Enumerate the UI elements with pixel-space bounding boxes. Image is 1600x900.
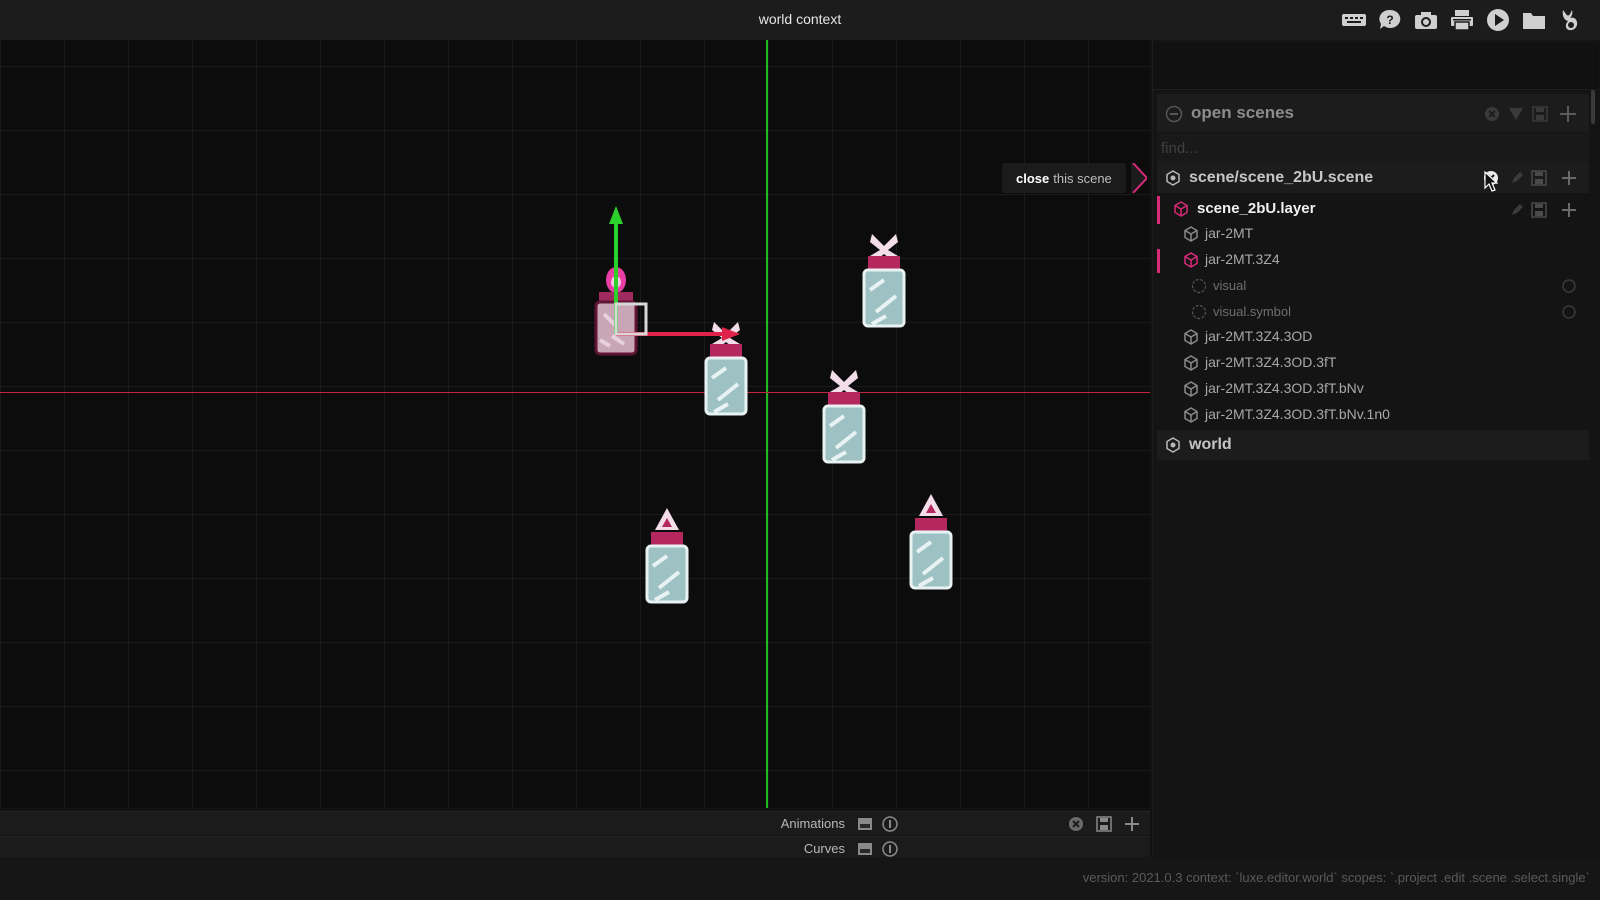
entity-icon (1184, 355, 1198, 371)
add-icon[interactable] (1559, 105, 1577, 123)
layer-row[interactable]: scene_2bU.layer (1157, 196, 1589, 224)
bottom-panels: Animations Curves (0, 810, 1150, 860)
rename-icon[interactable] (1509, 170, 1525, 186)
entity-label: jar-2MT.3Z4.3OD (1205, 328, 1313, 344)
scrollbar[interactable] (1591, 90, 1595, 124)
entity-label: jar-2MT.3Z4.3OD.3fT.bNv (1205, 380, 1364, 396)
entity-icon (1184, 226, 1198, 242)
find-input[interactable] (1157, 133, 1589, 163)
entity-row[interactable]: jar-2MT.3Z4.3OD.3fT.bNv (1157, 376, 1589, 402)
animations-bar[interactable]: Animations (0, 811, 1150, 835)
world-row[interactable]: world (1157, 430, 1589, 460)
info-icon[interactable] (882, 841, 898, 857)
layer-icon (1174, 201, 1188, 217)
tooltip-arrow (1131, 163, 1147, 193)
rename-icon[interactable] (1509, 202, 1525, 218)
folder-icon[interactable] (1520, 7, 1548, 33)
component-label: visual.symbol (1213, 304, 1292, 319)
open-scenes-label: open scenes (1191, 103, 1294, 122)
panel-toggle-icon[interactable] (857, 842, 873, 856)
entity-row[interactable]: jar-2MT (1157, 221, 1589, 247)
component-toggle-icon[interactable] (1561, 304, 1577, 320)
jar-sprite[interactable] (905, 492, 957, 596)
jar-sprite[interactable] (858, 230, 910, 334)
world-label: world (1189, 436, 1232, 453)
entity-icon (1184, 381, 1198, 397)
filter-icon[interactable] (1507, 105, 1525, 123)
entity-label: jar-2MT.3Z4.3OD.3fT.bNv.1n0 (1205, 406, 1390, 422)
close-all-icon[interactable] (1483, 105, 1501, 123)
collapse-icon[interactable] (1165, 105, 1183, 123)
gizmo-plane-handle (614, 302, 648, 336)
add-icon[interactable] (1124, 816, 1140, 832)
component-label: visual (1213, 278, 1247, 293)
component-row[interactable]: visual (1157, 273, 1589, 299)
mouse-cursor-icon (1484, 171, 1498, 192)
panel-toggle-icon[interactable] (857, 817, 873, 831)
outliner-panel: open scenes scene/scene_2bU.scene scene_… (1152, 40, 1600, 855)
status-bar: version: 2021.0.3 context: `luxe.editor.… (0, 857, 1600, 900)
save-icon[interactable] (1531, 105, 1549, 123)
selection-marker (1157, 196, 1160, 224)
save-icon[interactable] (1531, 170, 1547, 186)
entity-row[interactable]: jar-2MT.3Z4.3OD.3fT (1157, 350, 1589, 376)
add-icon[interactable] (1561, 202, 1577, 218)
toolbar: ? (1340, 7, 1584, 33)
entity-row-selected[interactable]: jar-2MT.3Z4 (1157, 247, 1589, 273)
component-icon (1191, 278, 1207, 294)
component-toggle-icon[interactable] (1561, 278, 1577, 294)
layer-label: scene_2bU.layer (1197, 200, 1316, 217)
print-icon[interactable] (1448, 7, 1476, 33)
jar-sprite[interactable] (818, 366, 870, 470)
selection-marker (1157, 249, 1160, 273)
title-bar: world context ? (0, 0, 1600, 40)
tooltip-bold: close (1016, 170, 1050, 186)
tooltip: close this scene (1002, 163, 1126, 193)
save-icon[interactable] (1531, 202, 1547, 218)
scene-viewport[interactable] (0, 40, 1150, 808)
entity-label: jar-2MT.3Z4 (1205, 251, 1280, 267)
entity-row[interactable]: jar-2MT.3Z4.3OD (1157, 324, 1589, 350)
animations-label: Animations (780, 816, 845, 831)
camera-icon[interactable] (1412, 7, 1440, 33)
entity-label: jar-2MT.3Z4.3OD.3fT (1205, 354, 1337, 370)
svg-text:?: ? (1386, 13, 1393, 27)
entity-icon (1184, 252, 1198, 268)
scene-row[interactable]: scene/scene_2bU.scene (1157, 163, 1589, 193)
entity-icon (1184, 329, 1198, 345)
status-text: version: 2021.0.3 context: `luxe.editor.… (1082, 870, 1590, 885)
entity-icon (1184, 407, 1198, 423)
save-icon[interactable] (1096, 816, 1112, 832)
play-icon[interactable] (1484, 7, 1512, 33)
scene-label: scene/scene_2bU.scene (1189, 169, 1374, 186)
component-icon (1191, 304, 1207, 320)
panel-header-area (1153, 42, 1599, 90)
open-scenes-header[interactable]: open scenes (1157, 94, 1589, 132)
y-axis-line (766, 40, 768, 808)
world-icon (1166, 437, 1180, 453)
add-icon[interactable] (1561, 170, 1577, 186)
transform-gizmo[interactable] (600, 200, 750, 360)
info-icon[interactable] (882, 816, 898, 832)
scene-icon (1166, 170, 1180, 186)
x-axis-line (0, 392, 1150, 393)
help-icon[interactable]: ? (1376, 7, 1404, 33)
close-icon[interactable] (1068, 816, 1084, 832)
horns-icon[interactable] (1556, 7, 1584, 33)
tooltip-text: this scene (1053, 170, 1112, 186)
component-row[interactable]: visual.symbol (1157, 299, 1589, 325)
entity-row[interactable]: jar-2MT.3Z4.3OD.3fT.bNv.1n0 (1157, 402, 1589, 428)
keyboard-icon[interactable] (1340, 7, 1368, 33)
jar-sprite[interactable] (641, 506, 693, 610)
entity-label: jar-2MT (1205, 225, 1254, 241)
curves-label: Curves (803, 841, 845, 856)
